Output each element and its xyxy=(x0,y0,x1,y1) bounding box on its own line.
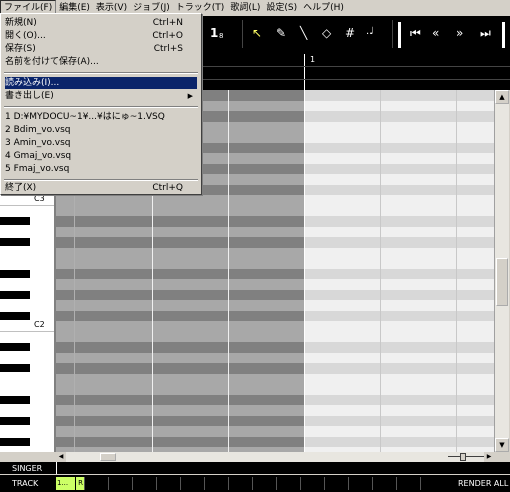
note-tool-icon[interactable]: .♩ xyxy=(366,26,374,37)
menu-item-recent-2[interactable]: 2 Bdim_vo.vsq xyxy=(5,124,197,136)
scroll-left-icon[interactable]: ◀ xyxy=(56,452,66,462)
fast-forward-icon[interactable]: » xyxy=(456,26,463,40)
black-key[interactable] xyxy=(0,217,30,225)
singer-bar[interactable]: SINGER xyxy=(0,462,510,474)
black-key[interactable] xyxy=(0,396,30,404)
scroll-up-icon[interactable]: ▲ xyxy=(495,90,509,104)
beat-line xyxy=(456,90,457,452)
grid-row[interactable] xyxy=(56,321,494,332)
track-slot[interactable] xyxy=(84,477,108,490)
track-1-tab[interactable]: 1... xyxy=(56,477,75,490)
c3-label: C3 xyxy=(34,194,45,203)
black-key[interactable] xyxy=(0,417,30,425)
menu-item-new[interactable]: 新規(N) Ctrl+N xyxy=(5,17,197,29)
menu-item-save-as[interactable]: 名前を付けて保存(A)... xyxy=(5,56,197,68)
black-key[interactable] xyxy=(0,270,30,278)
submenu-arrow-icon: ▶ xyxy=(187,92,193,100)
track-slot[interactable] xyxy=(156,477,180,490)
track-label: TRACK xyxy=(12,479,39,488)
c2-label: C2 xyxy=(34,320,45,329)
scroll-right-icon[interactable]: ▶ xyxy=(484,452,494,462)
zoom-slider-handle[interactable] xyxy=(460,453,466,461)
scroll-down-icon[interactable]: ▼ xyxy=(495,438,509,452)
menu-separator xyxy=(4,106,198,108)
pencil-tool-icon[interactable]: ✎ xyxy=(276,26,286,40)
black-key[interactable] xyxy=(0,364,30,372)
grid-row[interactable] xyxy=(56,342,494,353)
track-slot[interactable] xyxy=(252,477,276,490)
black-key[interactable] xyxy=(0,438,30,446)
menu-separator xyxy=(4,179,198,181)
measure-label: 1 xyxy=(310,55,316,64)
track-slot[interactable] xyxy=(372,477,396,490)
forward-end-icon[interactable]: ⏭ xyxy=(480,26,491,41)
beat-line xyxy=(304,90,305,452)
vertical-scrollbar[interactable]: ▲ ▼ xyxy=(494,90,509,452)
menu-lyrics[interactable]: 歌詞(L) xyxy=(227,1,263,15)
grid-row[interactable] xyxy=(56,195,494,206)
vertical-scroll-thumb[interactable] xyxy=(496,258,508,306)
track-slot[interactable] xyxy=(348,477,372,490)
menu-item-open[interactable]: 開く(O)... Ctrl+O xyxy=(5,30,197,42)
black-key[interactable] xyxy=(0,291,30,299)
beat-line xyxy=(380,90,381,452)
track-slot[interactable] xyxy=(132,477,156,490)
eraser-tool-icon[interactable]: ◇ xyxy=(322,26,331,40)
track-slot[interactable] xyxy=(396,477,420,490)
rewind-start-icon[interactable]: ⏮ xyxy=(410,26,421,41)
grid-row[interactable] xyxy=(56,216,494,227)
track-slot[interactable] xyxy=(228,477,252,490)
grid-row[interactable] xyxy=(56,426,494,437)
track-slot[interactable] xyxy=(180,477,204,490)
track-slot[interactable] xyxy=(420,477,444,490)
track-slot[interactable] xyxy=(324,477,348,490)
quantize-sub: 8 xyxy=(219,32,224,40)
track-slot[interactable] xyxy=(204,477,228,490)
white-key-divider xyxy=(0,205,56,206)
line-tool-icon[interactable]: ╲ xyxy=(300,26,307,40)
volume-meter-right xyxy=(502,22,505,48)
menu-separator xyxy=(4,72,198,74)
horizontal-scrollbar[interactable]: ◀ ▶ xyxy=(56,452,494,462)
black-key[interactable] xyxy=(0,343,30,351)
menu-item-save[interactable]: 保存(S) Ctrl+S xyxy=(5,43,197,55)
menu-item-exit[interactable]: 終了(X) Ctrl+Q xyxy=(5,182,197,194)
grid-row[interactable] xyxy=(56,279,494,290)
grid-tool-icon[interactable]: # xyxy=(345,26,355,40)
grid-row[interactable] xyxy=(56,405,494,416)
volume-meter xyxy=(398,22,401,48)
menu-item-import[interactable]: 読み込み(I)... xyxy=(5,77,197,89)
file-menu-dropdown: 新規(N) Ctrl+N 開く(O)... Ctrl+O 保存(S) Ctrl+S 名… xyxy=(0,13,202,195)
track-bar[interactable]: TRACK 1... R RENDER ALL xyxy=(0,475,510,492)
black-key[interactable] xyxy=(0,312,30,320)
grid-row[interactable] xyxy=(56,384,494,395)
menu-item-recent-3[interactable]: 3 Amin_vo.vsq xyxy=(5,137,197,149)
render-all-button[interactable]: RENDER ALL xyxy=(458,479,508,488)
arrow-tool-icon[interactable]: ↖ xyxy=(252,26,262,40)
zoom-slider[interactable] xyxy=(448,456,484,457)
track-slot[interactable] xyxy=(108,477,132,490)
menu-item-recent-1[interactable]: 1 D:¥MYDOCU~1¥...¥はにゅ~1.VSQ xyxy=(5,111,197,123)
beat-line xyxy=(228,90,229,452)
singer-label: SINGER xyxy=(12,464,43,473)
menu-item-recent-4[interactable]: 4 Gmaj_vo.vsq xyxy=(5,150,197,162)
menu-item-recent-5[interactable]: 5 Fmaj_vo.vsq xyxy=(5,163,197,175)
quantize-value[interactable]: 1 xyxy=(210,26,218,40)
horizontal-scroll-thumb[interactable] xyxy=(100,453,116,461)
grid-row[interactable] xyxy=(56,363,494,374)
menu-help[interactable]: ヘルプ(H) xyxy=(300,1,347,15)
rewind-icon[interactable]: « xyxy=(432,26,439,40)
track-slot[interactable] xyxy=(276,477,300,490)
grid-row[interactable] xyxy=(56,237,494,248)
track-slot[interactable] xyxy=(300,477,324,490)
menu-settings[interactable]: 設定(S) xyxy=(263,1,300,15)
menu-item-export[interactable]: 書き出し(E) ▶ xyxy=(5,90,197,102)
white-key-divider xyxy=(0,331,56,332)
grid-row[interactable] xyxy=(56,300,494,311)
black-key[interactable] xyxy=(0,238,30,246)
grid-row[interactable] xyxy=(56,258,494,269)
